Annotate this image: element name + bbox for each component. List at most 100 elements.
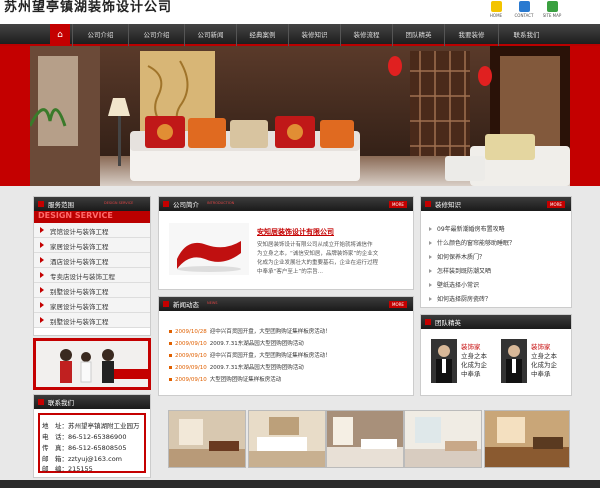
news-title: 新闻动态 xyxy=(173,301,199,309)
header-bullet-icon xyxy=(163,201,169,207)
case-image xyxy=(405,411,481,467)
footer-bar xyxy=(0,480,600,488)
case-thumbnail[interactable] xyxy=(248,410,326,468)
contact-title: 联系我们 xyxy=(48,399,74,407)
services-subtitle: DESIGN SERVICE xyxy=(104,201,134,205)
team-member-photo[interactable] xyxy=(501,339,527,383)
team-member-info: 装饰家 立身之本 化成为企 中奉承 xyxy=(531,343,557,378)
about-panel: 公司简介 INTRODUCTION MORE 安知居装饰设计有限公司 安知居装饰… xyxy=(158,196,414,290)
sitemap-icon xyxy=(546,1,558,12)
banner-side-left xyxy=(0,46,30,186)
team-member-photo[interactable] xyxy=(431,339,457,383)
knowledge-item[interactable]: 壁纸选择小常识 xyxy=(437,280,479,289)
nav-item-about[interactable]: 公司介绍 xyxy=(72,24,128,46)
about-more-button[interactable]: MORE xyxy=(389,201,407,208)
arrow-right-icon xyxy=(40,242,44,248)
case-thumbnail[interactable] xyxy=(326,410,404,468)
nav-item-process[interactable]: 装修流程 xyxy=(340,24,392,46)
nav-item-about-2[interactable]: 公司介绍 xyxy=(128,24,184,46)
news-item[interactable]: 2009/09/10 迎中兴百货园开盘，大型团购购证集样板房活动！ xyxy=(169,351,331,359)
bullet-icon xyxy=(169,354,172,357)
team-title: 团队精英 xyxy=(435,319,461,327)
contact-email[interactable]: 邮 箱：zztyuj@163.com xyxy=(42,453,122,463)
nav-item-knowledge[interactable]: 装修知识 xyxy=(288,24,340,46)
bullet-icon xyxy=(169,366,172,369)
header-bullet-icon xyxy=(425,201,431,207)
arrow-right-icon xyxy=(40,272,44,278)
case-thumbnail[interactable] xyxy=(168,410,246,468)
promo-image[interactable] xyxy=(33,338,151,390)
arrow-right-icon xyxy=(429,255,432,259)
nav-item-news[interactable]: 公司新闻 xyxy=(184,24,236,46)
news-item[interactable]: 2009/09/10 2009.7.31东湖品园大型团购团购活动 xyxy=(169,339,304,347)
case-thumbnail[interactable] xyxy=(404,410,482,468)
header-bullet-icon xyxy=(38,399,44,405)
knowledge-item[interactable]: 如何保养木质门？ xyxy=(437,252,485,261)
nav-item-cases[interactable]: 经典案例 xyxy=(236,24,288,46)
living-room-illustration xyxy=(30,46,570,186)
person-icon xyxy=(436,345,452,383)
arrow-right-icon xyxy=(429,297,432,301)
knowledge-panel: 装修知识 MORE 09年最新潮婚房布置攻略 什么颜色的窗帘能够助睡眠？ 如何保… xyxy=(420,196,572,308)
service-item[interactable]: 家居设计与装饰工程 xyxy=(34,238,150,253)
news-more-button[interactable]: MORE xyxy=(389,301,407,308)
arrow-right-icon xyxy=(40,257,44,263)
bullet-icon xyxy=(169,330,172,333)
team-panel: 团队精英 装饰家 立身之本 化成为企 中奉承 装饰家 立身之本 化成为企 中奉承 xyxy=(420,314,572,396)
case-image xyxy=(327,411,403,467)
contact-header: 联系我们 xyxy=(34,395,150,409)
top-link-home[interactable]: HOME xyxy=(484,1,508,23)
arrow-right-icon xyxy=(40,317,44,323)
news-item[interactable]: 2009/09/10 大型团购团购证集样板房活动 xyxy=(169,375,281,383)
nav-item-contact[interactable]: 联系我们 xyxy=(498,24,554,46)
header-bullet-icon xyxy=(38,201,44,207)
service-item[interactable]: 别墅设计与装饰工程 xyxy=(34,313,150,328)
site-logo-text[interactable]: 苏州望亭镇湖装饰设计公司 xyxy=(4,0,172,15)
knowledge-title: 装修知识 xyxy=(435,201,461,209)
bullet-icon xyxy=(169,378,172,381)
knowledge-item[interactable]: 09年最新潮婚房布置攻略 xyxy=(437,224,505,233)
top-bar: 苏州望亭镇湖装饰设计公司 HOME CONTACT SITE MAP xyxy=(0,0,600,24)
service-item[interactable]: 专卖店设计与装饰工程 xyxy=(34,268,150,283)
arrow-right-icon xyxy=(40,302,44,308)
nav-item-decorate[interactable]: 我要装修 xyxy=(444,24,498,46)
about-description: 安知居装饰设计有限公司从成立开始就将诚信作 为立身之本，“诚信安知居，品牌装饰家… xyxy=(257,242,379,275)
about-image[interactable] xyxy=(169,223,249,275)
contact-phone: 电 话：86-512-65386900 xyxy=(42,433,127,441)
knowledge-item[interactable]: 什么颜色的窗帘能够助睡眠？ xyxy=(437,238,515,247)
red-chair-image xyxy=(169,223,249,275)
top-link-contact[interactable]: CONTACT xyxy=(512,1,536,23)
news-item[interactable]: 2009/10/28 迎中兴百货园开盘，大型团购购证集样板房活动！ xyxy=(169,327,331,335)
about-company-name[interactable]: 安知居装饰设计有限公司 xyxy=(257,227,334,237)
contact-panel: 联系我们 地 址：苏州望亭镇湖附工业园万 电 话：86-512-65386900… xyxy=(33,394,151,478)
nav-home-button[interactable]: ⌂ xyxy=(50,24,70,46)
news-panel: 新闻动态 NEWS MORE 2009/10/28 迎中兴百货园开盘，大型团购购证… xyxy=(158,296,414,396)
nav-item-team[interactable]: 团队精英 xyxy=(392,24,444,46)
news-item[interactable]: 2009/09/10 2009.7.31东湖品园大型团购团购活动 xyxy=(169,363,304,371)
arrow-right-icon xyxy=(429,283,432,287)
main-nav: ⌂ 公司介绍 公司介绍 公司新闻 经典案例 装修知识 装修流程 团队精英 我要装… xyxy=(0,24,600,46)
bullet-icon xyxy=(169,342,172,345)
about-header: 公司简介 INTRODUCTION MORE xyxy=(159,197,413,211)
service-item[interactable]: 宾馆设计与装饰工程 xyxy=(34,223,150,238)
services-banner-text: DESIGN SERVICE xyxy=(38,211,113,220)
top-link-sitemap[interactable]: SITE MAP xyxy=(540,1,564,23)
arrow-right-icon xyxy=(40,287,44,293)
contact-address: 地 址：苏州望亭镇湖附工业园万 xyxy=(42,422,140,430)
service-item[interactable]: 家居设计与装饰工程 xyxy=(34,298,150,313)
person-icon xyxy=(506,345,522,383)
case-image xyxy=(169,411,245,467)
arrow-right-icon xyxy=(429,241,432,245)
services-banner: DESIGN SERVICE xyxy=(34,211,150,223)
knowledge-item[interactable]: 如何选择厨房瓷砖？ xyxy=(437,294,491,303)
service-item[interactable]: 别墅设计与装饰工程 xyxy=(34,283,150,298)
service-item[interactable]: 酒店设计与装饰工程 xyxy=(34,253,150,268)
case-thumbnail[interactable] xyxy=(484,410,570,468)
about-title: 公司简介 xyxy=(173,201,199,209)
knowledge-item[interactable]: 怎样装到既防潮又晒 xyxy=(437,266,491,275)
contact-zip: 邮 编：215155 xyxy=(42,465,93,473)
arrow-right-icon xyxy=(429,227,432,231)
services-panel: 服务范围 DESIGN SERVICE DESIGN SERVICE 宾馆设计与… xyxy=(33,196,151,336)
knowledge-more-button[interactable]: MORE xyxy=(547,201,565,208)
family-photo xyxy=(36,341,148,387)
